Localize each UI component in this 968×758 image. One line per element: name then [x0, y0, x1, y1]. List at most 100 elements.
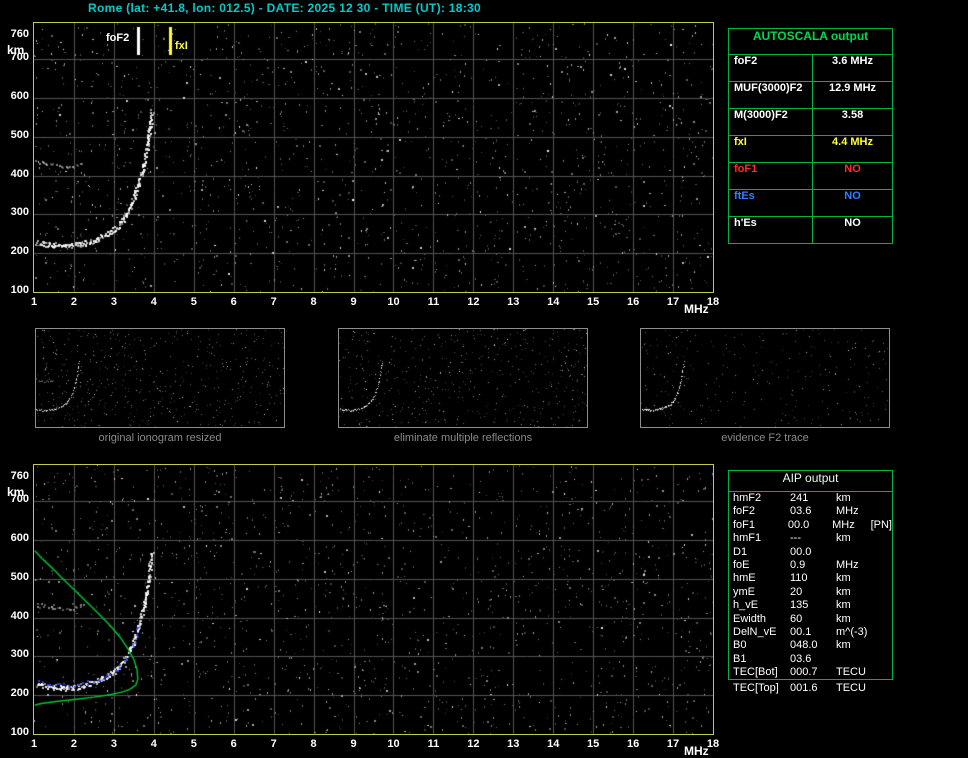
x-tick-label: 11 [427, 738, 440, 750]
aip-row-value: 00.1 [790, 625, 812, 638]
y-tick-label: 500 [10, 570, 29, 583]
x-tick-label: 13 [507, 296, 520, 308]
y-axis-unit-label: km [7, 42, 25, 57]
aip-row-unit: TECU [836, 682, 866, 694]
aip-row-label: hmF2 [733, 492, 762, 504]
aip-row-value: 00.0 [787, 518, 810, 531]
aip-rows: hmF2 241 km foF2 03.6 MHz foF1 00.0 MHz [PN] hmF1 -… [729, 492, 892, 679]
thumbnail-original-canvas [36, 329, 284, 427]
aip-row-note [876, 666, 892, 679]
aip-row-value: 110 [790, 572, 808, 585]
y-tick-label: 200 [10, 245, 29, 258]
aip-row-unit: MHz [836, 558, 859, 571]
x-tick-label: 9 [350, 296, 357, 308]
y-tick-label: 300 [10, 648, 29, 661]
x-tick-label: 3 [110, 296, 117, 308]
aip-row: hmE 110 km [729, 572, 892, 585]
x-tick-label: 16 [626, 296, 640, 308]
aip-row-value: 60 [790, 612, 803, 625]
x-tick-label: 9 [350, 738, 357, 750]
aip-row-unit: MHz [836, 505, 859, 518]
fof2-marker-label: foF2 [106, 32, 130, 44]
aip-row: B1 03.6 [729, 653, 892, 666]
aip-row-label: DelN_vE [733, 625, 777, 638]
aip-row-value: 03.6 [790, 652, 812, 665]
y-tick-label: 300 [10, 206, 29, 219]
x-tick-label: 15 [587, 296, 600, 308]
fxi-marker-label: fxI [175, 40, 188, 52]
thumbnail-caption-evidence: evidence F2 trace [721, 432, 809, 444]
thumbnail-evidence-canvas [641, 329, 889, 427]
x-tick-label: 1 [30, 296, 38, 308]
x-tick-label: 10 [387, 296, 400, 308]
top-ionogram-plot [33, 22, 714, 293]
aip-row: D1 00.0 [729, 546, 892, 559]
autoscala-title: AUTOSCALA output [729, 29, 892, 55]
aip-row-value: 048.0 [790, 639, 818, 652]
thumbnail-caption-eliminate: eliminate multiple reflections [393, 432, 533, 444]
aip-row-label: B0 [733, 639, 747, 652]
y-tick-label: 600 [10, 89, 29, 102]
thumbnail-eliminate-reflections [338, 328, 588, 428]
x-axis-unit-label: MHz [684, 302, 709, 316]
thumbnail-caption-original: original ionogram resized [98, 432, 222, 444]
x-tick-label: 12 [467, 296, 480, 308]
autoscala-row-value: 12.9 MHz [828, 82, 877, 94]
aip-row: B0 048.0 km [729, 639, 892, 652]
x-tick-label: 6 [230, 738, 237, 750]
aip-row: DelN_vE 00.1 m^(-3) [729, 626, 892, 639]
x-tick-label: 8 [310, 738, 317, 750]
autoscala-row: M(3000)F2 3.58 [729, 108, 892, 135]
aip-row-note [876, 505, 892, 518]
aip-row-label: foF1 [733, 518, 756, 531]
autoscala-panel: AUTOSCALA output foF2 3.6 MHz MUF(3000)F2 1… [728, 28, 893, 244]
autoscala-row-label: ftEs [729, 190, 813, 216]
aip-row-note: [PN] [870, 518, 892, 531]
x-tick-label: 7 [270, 738, 277, 750]
autoscala-row: foF1 NO [729, 162, 892, 189]
aip-row-unit: km [836, 572, 851, 585]
aip-row-label: TEC[Bot] [733, 666, 778, 679]
aip-row: hmF2 241 km [729, 492, 892, 505]
autoscala-row-value: NO [844, 217, 861, 229]
x-tick-label: 15 [587, 738, 600, 750]
autoscala-row-value: 3.58 [841, 109, 864, 121]
x-tick-label: 2 [70, 296, 77, 308]
aip-tec-top-row: TEC[Top] 001.6 TECU [729, 682, 892, 695]
y-tick-label: 400 [10, 167, 29, 180]
x-tick-label: 11 [427, 296, 440, 308]
aip-row-unit: m^(-3) [836, 625, 868, 638]
aip-row-value: 00.0 [790, 545, 812, 558]
aip-row-label: hmE [733, 572, 756, 585]
aip-row-unit: km [836, 612, 851, 625]
aip-row-note [876, 599, 892, 612]
aip-row-unit [836, 653, 876, 666]
x-tick-label: 10 [387, 738, 400, 750]
x-tick-label: 7 [270, 296, 277, 308]
aip-row-value: 20 [790, 585, 803, 598]
y-tick-label: 500 [10, 128, 29, 141]
aip-row-unit [836, 546, 876, 559]
station-header: Rome (lat: +41.8, lon: 012.5) - DATE: 20… [88, 1, 481, 15]
y-tick-label: 600 [10, 531, 29, 544]
y-tick-label: 100 [10, 284, 29, 296]
autoscala-row-label: foF2 [729, 55, 813, 81]
aip-row-label: hmF1 [733, 532, 762, 545]
y-tick-label: 760 [10, 469, 29, 482]
autoscala-row: fxI 4.4 MHz [729, 135, 892, 162]
aip-row-unit: km [836, 532, 851, 545]
aip-row-note [876, 492, 892, 505]
aip-row-value: --- [790, 532, 801, 545]
bottom-ionogram-canvas [34, 465, 713, 734]
aip-row-label: B1 [733, 652, 747, 665]
aip-row: foF1 00.0 MHz [PN] [729, 519, 892, 532]
x-axis-unit-label: MHz [684, 744, 709, 758]
y-tick-label: 100 [10, 726, 29, 738]
autoscala-row-label: MUF(3000)F2 [729, 82, 813, 108]
y-tick-label: 200 [10, 687, 29, 700]
aip-row-note [876, 653, 892, 666]
aip-row-unit: MHz [832, 518, 855, 531]
thumbnail-eliminate-canvas [339, 329, 587, 427]
aip-row-label: foE [733, 558, 750, 571]
aip-row-label: ymE [733, 585, 755, 598]
